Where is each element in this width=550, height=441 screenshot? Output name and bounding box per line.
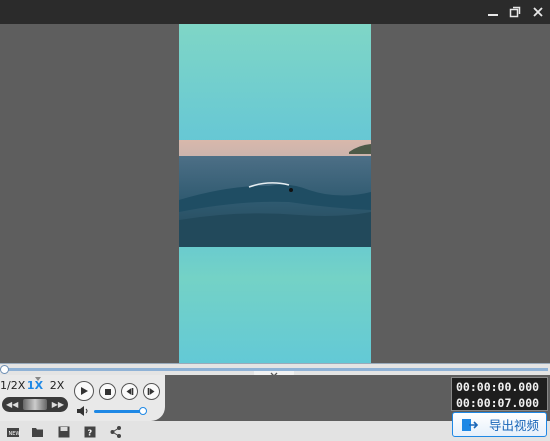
- open-folder-button[interactable]: [31, 424, 45, 438]
- play-icon: [81, 387, 88, 395]
- speed-1x-button[interactable]: 1X: [24, 379, 46, 395]
- save-icon: [58, 426, 70, 438]
- next-frame-button[interactable]: [143, 383, 160, 400]
- minimize-icon: [488, 14, 498, 16]
- time-display: 00:00:00.000 00:00:07.000: [451, 377, 548, 411]
- export-label: 导出视频: [489, 418, 540, 433]
- volume-icon[interactable]: [76, 406, 90, 416]
- total-time: 00:00:07.000: [456, 396, 540, 410]
- speed-indicator: [35, 377, 41, 381]
- title-bar: [0, 0, 550, 24]
- current-time: 00:00:00.000: [456, 380, 540, 394]
- app-window: 1/2X 1X 2X ◀◀ ▶▶ 00:00:00.000 00:00:07.0…: [0, 0, 550, 441]
- restore-icon: [509, 6, 521, 18]
- new-project-button[interactable]: NEW: [6, 424, 20, 438]
- rewind-icon: ◀◀: [6, 400, 19, 409]
- previous-frame-icon: [126, 388, 134, 395]
- speed-selector: 1/2X 1X 2X: [0, 379, 68, 395]
- next-frame-icon: [147, 388, 155, 395]
- close-button[interactable]: [529, 3, 547, 21]
- play-button[interactable]: [74, 381, 94, 401]
- export-icon: [462, 418, 479, 431]
- preview-area: [0, 24, 550, 363]
- previous-frame-button[interactable]: [121, 383, 138, 400]
- stop-icon: [104, 388, 111, 395]
- speed-2x-button[interactable]: 2X: [46, 379, 68, 395]
- export-video-button[interactable]: 导出视频: [452, 412, 547, 437]
- open-folder-icon: [32, 428, 43, 437]
- restore-button[interactable]: [506, 3, 524, 21]
- video-frame: [179, 140, 371, 247]
- volume-thumb[interactable]: [139, 407, 147, 415]
- video-canvas[interactable]: [179, 24, 371, 363]
- svg-text:NEW: NEW: [9, 431, 21, 437]
- help-button[interactable]: ?: [83, 424, 97, 438]
- progress-thumb[interactable]: [0, 365, 9, 374]
- volume-slider[interactable]: [94, 410, 143, 413]
- minimize-button[interactable]: [484, 3, 502, 21]
- speed-half-button[interactable]: 1/2X: [0, 379, 25, 395]
- save-button[interactable]: [57, 424, 71, 438]
- fast-forward-icon: ▶▶: [51, 400, 64, 409]
- help-icon: ?: [84, 426, 96, 438]
- svg-text:?: ?: [88, 429, 93, 438]
- close-icon: [533, 7, 543, 17]
- new-project-icon: NEW: [7, 428, 21, 437]
- share-button[interactable]: [109, 424, 123, 438]
- jog-dial[interactable]: [23, 399, 47, 410]
- shuttle-control[interactable]: ◀◀ ▶▶: [2, 397, 68, 412]
- share-icon: [110, 426, 121, 438]
- stop-button[interactable]: [99, 383, 116, 400]
- surf-video-image: [179, 140, 371, 247]
